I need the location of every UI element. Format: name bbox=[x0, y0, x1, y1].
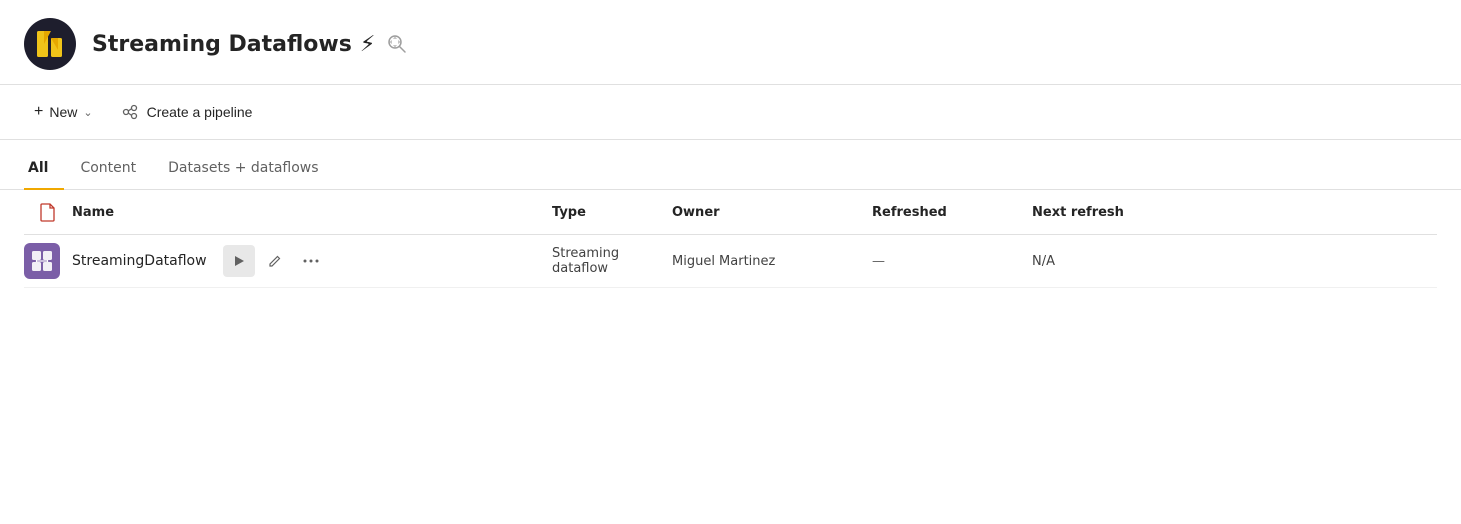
row-actions bbox=[223, 245, 327, 277]
cell-next-refresh: N/A bbox=[1032, 254, 1437, 269]
new-button[interactable]: + New ⌄ bbox=[24, 97, 103, 127]
tabs: All Content Datasets + dataflows bbox=[0, 148, 1461, 190]
tab-content[interactable]: Content bbox=[64, 148, 152, 190]
settings-search-icon[interactable] bbox=[383, 30, 411, 58]
table-header: Name Type Owner Refreshed Next refresh bbox=[24, 190, 1437, 235]
col-header-icon bbox=[24, 202, 72, 222]
create-pipeline-button[interactable]: Create a pipeline bbox=[111, 97, 263, 127]
tab-datasets[interactable]: Datasets + dataflows bbox=[152, 148, 334, 190]
edit-button[interactable] bbox=[259, 245, 291, 277]
more-options-button[interactable] bbox=[295, 245, 327, 277]
col-header-name: Name bbox=[72, 205, 552, 220]
lightning-icon: ⚡ bbox=[360, 32, 375, 57]
plus-icon: + bbox=[34, 103, 43, 121]
chevron-down-icon: ⌄ bbox=[83, 106, 92, 119]
title-area: Streaming Dataflows ⚡ bbox=[92, 30, 411, 58]
col-header-next-refresh: Next refresh bbox=[1032, 205, 1437, 220]
cell-owner: Miguel Martinez bbox=[672, 254, 872, 269]
page-title: Streaming Dataflows bbox=[92, 32, 352, 57]
app-icon bbox=[24, 18, 76, 70]
table-row: StreamingDataflow bbox=[24, 235, 1437, 288]
cell-type: Streaming dataflow bbox=[552, 246, 672, 276]
new-label: New bbox=[49, 104, 77, 120]
pipeline-icon bbox=[121, 103, 139, 121]
col-header-refreshed: Refreshed bbox=[872, 205, 1032, 220]
tab-all[interactable]: All bbox=[24, 148, 64, 190]
item-name: StreamingDataflow bbox=[72, 253, 207, 269]
pipeline-label: Create a pipeline bbox=[147, 104, 253, 120]
content-area: Name Type Owner Refreshed Next refresh bbox=[0, 190, 1461, 288]
name-cell: StreamingDataflow bbox=[72, 245, 552, 277]
toolbar: + New ⌄ Create a pipeline bbox=[0, 85, 1461, 140]
cell-refreshed: — bbox=[872, 254, 1032, 269]
run-button[interactable] bbox=[223, 245, 255, 277]
page-header: Streaming Dataflows ⚡ bbox=[0, 0, 1461, 85]
row-item-icon-cell bbox=[24, 243, 72, 279]
col-header-owner: Owner bbox=[672, 205, 872, 220]
dataflow-icon bbox=[24, 243, 60, 279]
col-header-type: Type bbox=[552, 205, 672, 220]
